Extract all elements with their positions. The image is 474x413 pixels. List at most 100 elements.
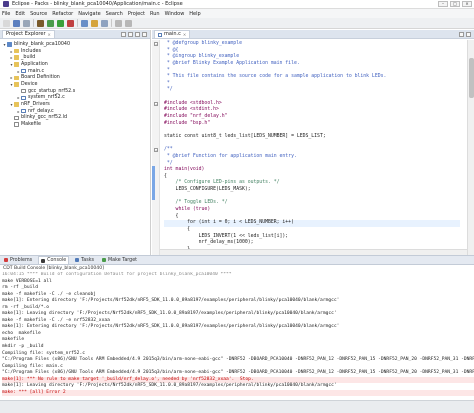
- tree-item-label: main.c: [28, 68, 45, 74]
- code-line: #include "nrf_delay.h": [164, 114, 228, 120]
- code-line: * @brief Function for application main e…: [164, 153, 297, 159]
- collapse-all-icon[interactable]: [121, 31, 126, 37]
- editor-tab-bar: main.c ×: [152, 30, 474, 39]
- tree-item[interactable]: ▾ blinky_blank_pca10040: [0, 41, 150, 48]
- file-icon: [21, 68, 26, 74]
- code-line: static const uint8_t leds_list[LEDS_NUMB…: [164, 133, 326, 139]
- tree-item[interactable]: ▸ nrf_delay.c: [0, 108, 150, 115]
- minimize-view-icon[interactable]: [142, 31, 147, 37]
- new-class-icon[interactable]: [81, 19, 88, 27]
- project-explorer-pane: Project Explorer × ▾ blinky_blank_pca1004…: [0, 30, 151, 255]
- title-bar: Eclipse - Packs - blinky_blank_pca10040/…: [0, 0, 474, 9]
- maximize-button[interactable]: □: [450, 1, 460, 7]
- fold-toggle-icon[interactable]: −: [154, 42, 158, 46]
- menu-file[interactable]: File: [2, 11, 10, 17]
- tree-item[interactable]: ▸ _build: [0, 54, 150, 61]
- toolbar-separator: [77, 19, 78, 27]
- tree-item[interactable]: ▸ main.c: [0, 68, 150, 75]
- close-window-button[interactable]: ×: [462, 1, 472, 7]
- toolbar-separator: [33, 19, 34, 27]
- tab-tasks[interactable]: Tasks: [73, 256, 96, 264]
- code-area[interactable]: * @defgroup blinky_example * @{ * @ingro…: [164, 41, 460, 260]
- bottom-panel-tab-bar: Problems Console Tasks Make Target: [0, 255, 474, 265]
- tree-item-label: Makefile: [21, 122, 41, 128]
- eclipse-app-icon: [3, 1, 9, 7]
- scrollbar-thumb[interactable]: [469, 58, 474, 98]
- tree-item[interactable]: ▾ nRF_Drivers: [0, 101, 150, 108]
- tab-label: Problems: [10, 257, 33, 263]
- maximize-view-icon[interactable]: [466, 31, 471, 37]
- fold-toggle-icon[interactable]: −: [154, 102, 158, 106]
- close-tab-icon[interactable]: ×: [183, 31, 186, 38]
- tab-problems[interactable]: Problems: [2, 256, 34, 264]
- close-tab-icon[interactable]: ×: [48, 31, 51, 38]
- build-console[interactable]: 16:04:15 **** Build of configuration Def…: [0, 272, 474, 400]
- code-line: LEDS_CONFIGURE(LEDS_MASK);: [164, 187, 251, 193]
- tree-item[interactable]: blinky_gcc_nrf52.ld: [0, 115, 150, 122]
- code-line: * @brief Blinky Example Application main…: [164, 60, 300, 66]
- back-arrow-icon[interactable]: [115, 19, 122, 27]
- menu-navigate[interactable]: Navigate: [78, 11, 100, 17]
- folder-icon: [14, 55, 19, 60]
- folder-icon: [14, 62, 19, 67]
- open-type-icon[interactable]: [91, 19, 98, 27]
- window-controls: – □ ×: [438, 1, 472, 7]
- toolbar-separator: [111, 19, 112, 27]
- c-file-icon: [158, 32, 162, 37]
- tab-console[interactable]: Console: [38, 256, 70, 264]
- file-icon: [21, 95, 26, 101]
- menu-refactor[interactable]: Refactor: [52, 11, 73, 17]
- search-icon[interactable]: [101, 19, 108, 27]
- tree-item-label: Includes: [21, 48, 41, 54]
- code-line: * @ingroup blinky_example: [164, 54, 240, 60]
- external-tools-icon[interactable]: [67, 19, 74, 27]
- editor-pane: main.c × − − − * @defgroup blinky_exampl…: [152, 30, 474, 259]
- tree-item[interactable]: ▸ system_nrf52.c: [0, 95, 150, 102]
- tab-project-explorer[interactable]: Project Explorer ×: [2, 30, 55, 38]
- tab-main-c[interactable]: main.c ×: [154, 30, 191, 38]
- menu-project[interactable]: Project: [128, 11, 145, 17]
- tree-item[interactable]: ▾ Device: [0, 81, 150, 88]
- save-all-icon[interactable]: [23, 19, 30, 27]
- folder-icon: [14, 102, 19, 107]
- new-icon[interactable]: [3, 19, 10, 27]
- tree-item[interactable]: ▾ Application: [0, 61, 150, 68]
- menu-help[interactable]: Help: [189, 11, 200, 17]
- view-menu-icon[interactable]: [135, 31, 140, 37]
- debug-icon[interactable]: [47, 19, 54, 27]
- code-line: */: [164, 87, 173, 93]
- code-line: {: [164, 226, 190, 232]
- menu-run[interactable]: Run: [150, 11, 160, 17]
- status-bar: [0, 400, 474, 413]
- build-hammer-icon[interactable]: [37, 19, 44, 27]
- tree-item[interactable]: ▸ Board Definition: [0, 74, 150, 81]
- tree-item-label: Application: [21, 61, 48, 67]
- menu-edit[interactable]: Edit: [15, 11, 25, 17]
- console-line: "C:/Program Files (x86)/GNU Tools ARM Em…: [2, 357, 474, 363]
- tree-item-label: _build: [21, 55, 36, 61]
- make-target-icon: [102, 258, 107, 262]
- change-marker: [152, 166, 155, 200]
- code-line: *: [164, 80, 170, 86]
- tree-item[interactable]: ▸ Includes: [0, 48, 150, 55]
- project-tree: ▾ blinky_blank_pca10040 ▸ Includes ▸ _build ▾ A…: [0, 39, 150, 128]
- tree-item[interactable]: Makefile: [0, 121, 150, 128]
- menu-window[interactable]: Window: [165, 11, 185, 17]
- tab-make-target[interactable]: Make Target: [100, 256, 139, 264]
- link-editor-icon[interactable]: [128, 31, 133, 37]
- menu-search[interactable]: Search: [106, 11, 123, 17]
- forward-arrow-icon[interactable]: [125, 19, 132, 27]
- save-icon[interactable]: [13, 19, 20, 27]
- minimize-button[interactable]: –: [438, 1, 448, 7]
- code-line: /**: [164, 147, 173, 153]
- editor-vertical-scrollbar[interactable]: [467, 40, 474, 255]
- code-line: nrf_delay_ms(1000);: [164, 240, 254, 246]
- menu-source[interactable]: Source: [30, 11, 47, 17]
- tree-item[interactable]: gcc_startup_nrf52.s: [0, 88, 150, 95]
- minimize-view-icon[interactable]: [459, 31, 464, 37]
- fold-toggle-icon[interactable]: −: [154, 148, 158, 152]
- console-line: "C:/Program Files (x86)/GNU Tools ARM Em…: [2, 370, 474, 376]
- tasks-icon: [75, 258, 80, 262]
- run-icon[interactable]: [57, 19, 64, 27]
